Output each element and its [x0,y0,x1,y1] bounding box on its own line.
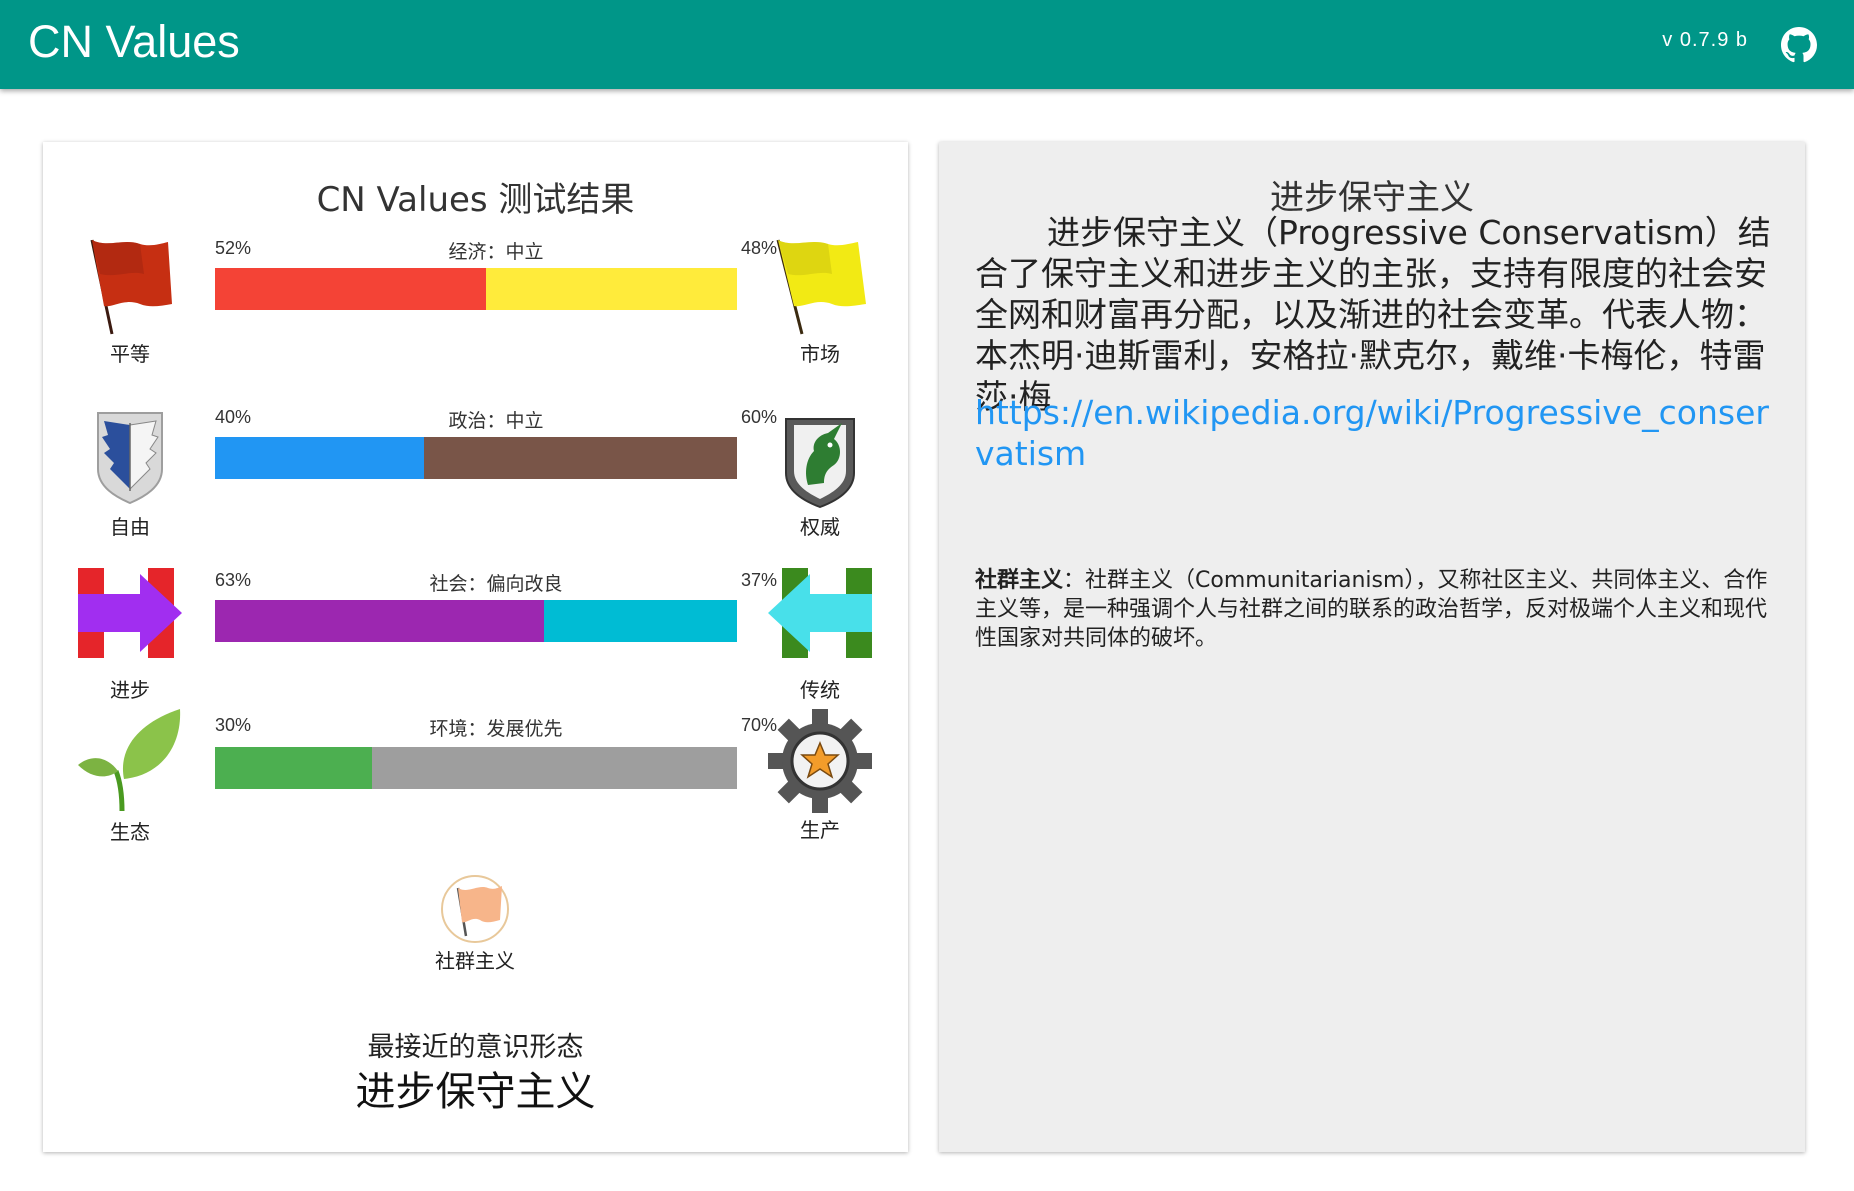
flag-note-term: 社群主义 [975,568,1064,593]
axis-left-label: 生态 [110,820,150,844]
axis-bar-left-segment [215,600,544,642]
axis-bar-left-segment [215,747,372,789]
arrow-right-icon [78,564,182,668]
axis-right-label: 传统 [800,678,840,702]
axis-left-label: 自由 [110,515,150,539]
ideology-card: 进步保守主义 进步保守主义（Progressive Conservatism）结… [939,142,1805,1152]
axis-right-percent: 60% [740,407,777,427]
axis-right-label: 生产 [800,818,840,842]
axis-politics: 自由 40% 政治：中立 60% 权威 [43,399,908,559]
axis-bar-right-segment [486,268,737,310]
axis-bar [215,600,737,642]
ideology-description: 进步保守主义（Progressive Conservatism）结合了保守主义和… [975,212,1775,417]
axis-name: 社会：偏向改良 [429,573,563,595]
results-title: CN Values 测试结果 [316,180,635,220]
results-card: CN Values 测试结果 平等 52% 经济：中立 48% 市场 自由 40… [43,142,908,1152]
axis-right-label: 市场 [800,342,840,366]
axis-bar [215,747,737,789]
axis-bar-right-segment [371,747,737,789]
axis-left-label: 平等 [110,342,150,366]
axis-name: 经济：中立 [448,241,544,263]
orange-flag-badge-icon [440,874,510,944]
yellow-flag-icon [768,234,872,338]
matched-flag-label: 社群主义 [435,949,515,973]
axis-bar [215,268,737,310]
flag-note-colon: ： [1063,568,1086,593]
gear-star-icon [768,709,872,813]
axis-right-label: 权威 [800,515,840,539]
axis-bar [215,437,737,479]
red-flag-icon [78,234,182,338]
wikipedia-link[interactable]: https://en.wikipedia.org/wiki/Progressiv… [975,392,1775,474]
axis-right-percent: 48% [740,238,777,258]
flag-note: 社群主义：社群主义（Communitarianism），又称社区主义、共同体主义… [975,566,1775,653]
axis-bar-right-segment [543,600,737,642]
closest-ideology-name: 进步保守主义 [355,1069,596,1115]
axis-bar-left-segment [215,268,487,310]
axis-name: 政治：中立 [448,410,544,432]
sprout-icon [78,709,182,813]
app-bar: CN Values v 0.7.9 b [0,0,1854,89]
axis-right-percent: 37% [740,570,777,590]
axis-left-label: 进步 [110,678,150,702]
axis-bar-left-segment [215,437,424,479]
axis-right-percent: 70% [740,715,777,735]
flag-note-text: 社群主义（Communitarianism），又称社区主义、共同体主义、合作主义… [975,568,1768,651]
version-label: v 0.7.9 b [1662,29,1748,51]
axis-environment: 生态 30% 环境：发展优先 70% 生产 [43,709,908,869]
unicorn-shield-icon [768,407,872,511]
wings-of-freedom-icon [78,405,182,509]
arrow-left-icon [768,564,872,668]
axis-name: 环境：发展优先 [429,718,563,740]
app-title[interactable]: CN Values [28,14,240,70]
ideology-description-text: 进步保守主义（Progressive Conservatism）结合了保守主义和… [975,213,1771,416]
axis-economy: 平等 52% 经济：中立 48% 市场 [43,230,908,390]
axis-society: 进步 63% 社会：偏向改良 37% 传统 [43,562,908,722]
github-icon[interactable] [1781,27,1817,63]
axis-bar-right-segment [423,437,737,479]
